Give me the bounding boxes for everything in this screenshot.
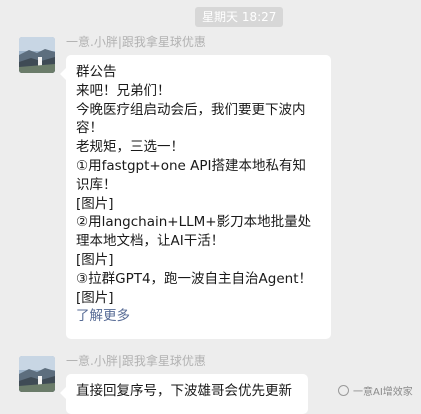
message-line: ③拉群GPT4，跑一波自主自治Agent！ — [76, 270, 312, 287]
account-logo-icon — [338, 385, 349, 396]
message-line: 来吧！兄弟们！ — [76, 82, 171, 99]
message-line: 直接回复序号，下波雄哥会优先更新 — [76, 383, 292, 399]
watermark: 一意AI增效家 — [338, 383, 413, 398]
sender-name: 一意.小胖|跟我拿星球优惠 — [66, 35, 206, 49]
image-placeholder[interactable]: [图片] — [76, 195, 321, 214]
message-bubble[interactable]: 群公告 来吧！兄弟们！ 今晚医疗组启动会后，我们要更下波内 容！ 老规矩，三选一… — [60, 55, 331, 339]
message-line: 今晚医疗组启动会后，我们要更下波内 — [76, 101, 306, 118]
avatar-image — [19, 356, 55, 392]
avatar[interactable] — [19, 37, 55, 73]
message-line: 群公告 — [76, 64, 117, 80]
learn-more-link[interactable]: 了解更多 — [76, 307, 321, 326]
message-line: 老规矩，三选一！ — [76, 139, 184, 156]
message-bubble[interactable]: 直接回复序号，下波雄哥会优先更新 — [60, 374, 308, 414]
image-placeholder[interactable]: [图片] — [76, 251, 321, 270]
message-line: ②用langchain+LLM+影刀本地批量处 — [76, 214, 312, 231]
watermark-text: 一意AI增效家 — [353, 387, 413, 398]
image-placeholder[interactable]: [图片] — [76, 289, 321, 308]
timestamp: 星期天 18:27 — [195, 7, 284, 27]
message-line: 容！ — [76, 120, 103, 137]
message-line: 理本地文档，让AI干活！ — [76, 233, 225, 250]
sender-name: 一意.小胖|跟我拿星球优惠 — [66, 354, 206, 368]
message-line: ①用fastgpt+one API搭建本地私有知 — [76, 157, 306, 174]
avatar[interactable] — [19, 356, 55, 392]
avatar-image — [19, 37, 55, 73]
message-line: 识库！ — [76, 176, 117, 193]
